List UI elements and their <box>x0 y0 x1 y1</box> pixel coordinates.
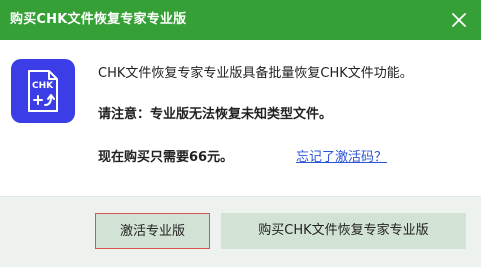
activate-pro-button[interactable]: 激活专业版 <box>95 213 210 249</box>
app-icon-label: CHK <box>32 81 54 91</box>
notice-message: 请注意：专业版无法恢复未知类型文件。 <box>98 107 333 122</box>
window-title: 购买CHK文件恢复专家专业版 <box>10 12 187 27</box>
feature-message: CHK文件恢复专家专业版具备批量恢复CHK文件功能。 <box>98 66 413 81</box>
title-bar: 购买CHK文件恢复专家专业版 <box>0 0 481 40</box>
forgot-activation-code-link[interactable]: 忘记了激活码？ <box>296 149 387 167</box>
chk-file-recovery-icon: CHK <box>11 59 75 123</box>
close-button[interactable] <box>447 8 471 32</box>
price-message: 现在购买只需要66元。 <box>98 150 234 165</box>
dialog-content: CHK CHK文件恢复专家专业版具备批量恢复CHK文件功能。 请注意：专业版无法… <box>0 40 481 196</box>
close-icon <box>452 13 466 27</box>
dialog-footer: 激活专业版 购买CHK文件恢复专家专业版 <box>0 196 481 267</box>
buy-pro-button[interactable]: 购买CHK文件恢复专家专业版 <box>221 213 466 249</box>
